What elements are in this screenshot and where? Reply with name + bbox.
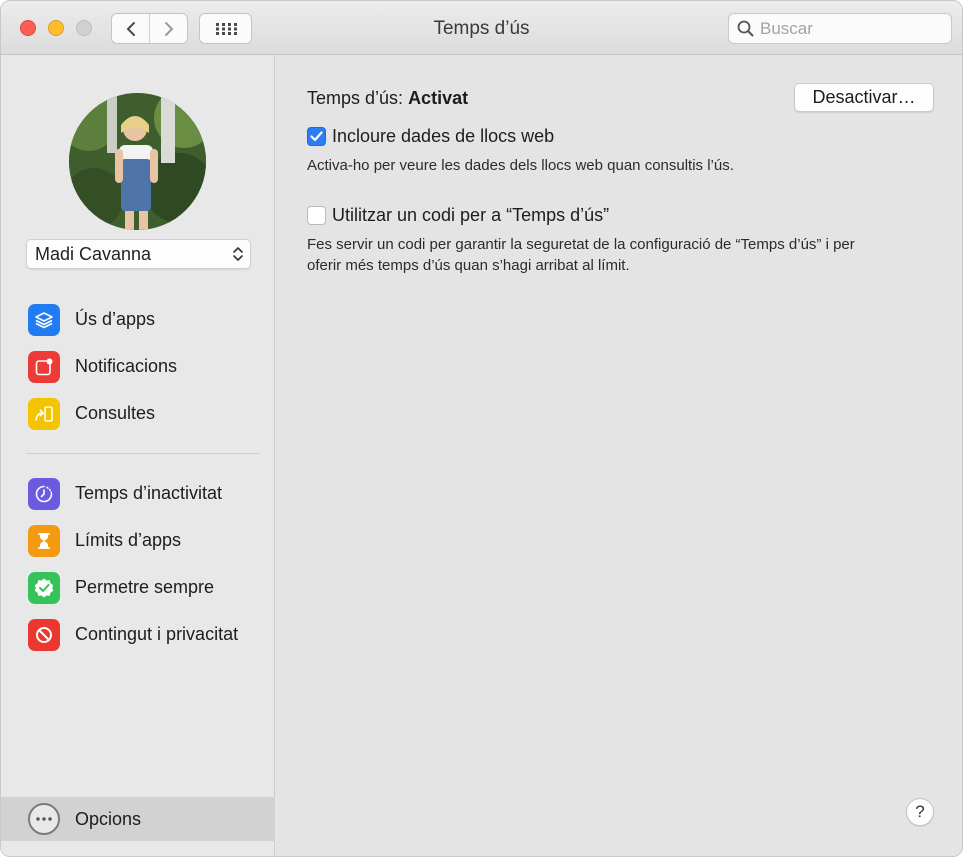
- sidebar-item-app-usage[interactable]: Ús d’apps: [1, 296, 275, 343]
- screen-time-status: Temps d’ús: Activat: [307, 88, 468, 109]
- title-bar: Temps d’ús: [1, 1, 962, 55]
- search-input[interactable]: [760, 18, 940, 39]
- content-privacy-icon: [28, 618, 60, 651]
- app-limits-icon: [28, 524, 60, 557]
- passcode-description-line: oferir més temps d’ús quan s’hagi arriba…: [307, 257, 630, 274]
- help-button[interactable]: ?: [906, 798, 934, 826]
- screen-time-window: Temps d’ús Buscar Madi Cavanna Ús d’apps…: [0, 0, 963, 857]
- sidebar-group-limits: Temps d’inactivitat Límits d’apps Permet…: [1, 470, 275, 658]
- status-prefix: Temps d’ús:: [307, 88, 404, 108]
- passcode-label: Utilitzar un codi per a “Temps d’ús”: [332, 205, 610, 225]
- sidebar-item-label: Permetre sempre: [75, 577, 215, 597]
- sidebar-item-content-privacy[interactable]: Contingut i privacitat: [1, 611, 275, 658]
- app-usage-icon: [28, 303, 60, 336]
- deactivate-button[interactable]: Desactivar…: [794, 83, 934, 112]
- passcode-option[interactable]: Utilitzar un codi per a “Temps d’ús”: [307, 205, 609, 226]
- more-options-icon: [28, 803, 60, 835]
- sidebar-item-label: Límits d’apps: [75, 530, 182, 550]
- sidebar-divider: [26, 453, 260, 454]
- sidebar-item-label: Temps d’inactivitat: [75, 483, 223, 503]
- sidebar-item-label: Opcions: [75, 808, 142, 829]
- downtime-icon: [28, 477, 60, 510]
- passcode-description: Fes servir un codi per garantir la segur…: [307, 234, 855, 276]
- user-photo: [69, 93, 206, 230]
- sidebar-item-pickups[interactable]: Consultes: [1, 390, 275, 437]
- search-icon: [737, 20, 754, 37]
- sidebar-item-label: Consultes: [75, 403, 156, 423]
- user-selector[interactable]: Madi Cavanna: [26, 239, 251, 269]
- sidebar-item-label: Notificacions: [75, 356, 178, 376]
- website-data-checkbox[interactable]: [307, 127, 326, 146]
- checkmark-icon: [310, 131, 323, 142]
- website-data-label: Incloure dades de llocs web: [332, 126, 555, 146]
- search-field[interactable]: [728, 13, 952, 44]
- pickups-icon: [28, 397, 60, 430]
- passcode-description-line: Fes servir un codi per garantir la segur…: [307, 236, 855, 253]
- sidebar-item-notifications[interactable]: Notificacions: [1, 343, 275, 390]
- user-name: Madi Cavanna: [35, 243, 152, 264]
- sidebar-item-app-limits[interactable]: Límits d’apps: [1, 517, 275, 564]
- sidebar: Madi Cavanna Ús d’apps Notificacions Con…: [1, 55, 275, 856]
- main-panel: Temps d’ús: Activat Desactivar… Incloure…: [276, 55, 962, 856]
- status-value: Activat: [408, 88, 469, 108]
- passcode-checkbox[interactable]: [307, 206, 326, 225]
- sidebar-item-label: Ús d’apps: [75, 309, 156, 329]
- website-data-description: Activa-ho per veure les dades dels llocs…: [307, 157, 734, 174]
- notifications-icon: [28, 350, 60, 383]
- sidebar-item-always-allowed[interactable]: Permetre sempre: [1, 564, 275, 611]
- up-down-chevron-icon: [233, 247, 243, 261]
- website-data-option[interactable]: Incloure dades de llocs web: [307, 126, 554, 147]
- sidebar-item-downtime[interactable]: Temps d’inactivitat: [1, 470, 275, 517]
- always-allowed-icon: [28, 571, 60, 604]
- avatar[interactable]: [69, 93, 206, 230]
- sidebar-item-label: Contingut i privacitat: [75, 624, 239, 644]
- sidebar-item-options[interactable]: Opcions: [1, 797, 275, 841]
- sidebar-group-activity: Ús d’apps Notificacions Consultes: [1, 296, 275, 437]
